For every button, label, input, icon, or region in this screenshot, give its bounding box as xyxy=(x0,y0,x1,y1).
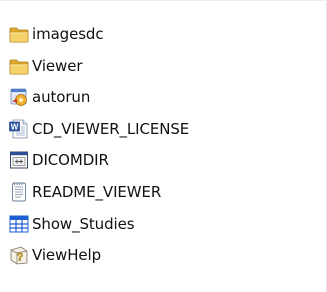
autorun-setup-icon xyxy=(10,88,27,107)
file-name: README_VIEWER xyxy=(32,182,162,201)
grid-table-icon xyxy=(9,215,29,233)
svg-text:W: W xyxy=(11,122,19,131)
file-item-autorun[interactable]: autorun xyxy=(8,82,189,112)
file-item-cd-viewer-license[interactable]: W CD_VIEWER_LICENSE xyxy=(8,114,189,144)
file-list: imagesdc Viewer autorun W CD_VIEWER_LICE… xyxy=(8,19,189,272)
file-item-imagesdc[interactable]: imagesdc xyxy=(8,19,189,49)
file-name: ViewHelp xyxy=(32,246,101,265)
file-name: CD_VIEWER_LICENSE xyxy=(32,119,190,138)
file-list-pane: imagesdc Viewer autorun W CD_VIEWER_LICE… xyxy=(0,0,327,292)
file-name: Show_Studies xyxy=(32,214,135,233)
text-document-icon xyxy=(12,182,26,202)
svg-text:?: ? xyxy=(17,252,24,264)
word-document-icon: W xyxy=(9,119,28,139)
file-item-viewer[interactable]: Viewer xyxy=(8,51,189,81)
file-item-dicomdir[interactable]: DICOMDIR xyxy=(8,145,189,175)
file-name: Viewer xyxy=(32,56,83,75)
file-item-readme-viewer[interactable]: README_VIEWER xyxy=(8,177,189,207)
dicomdir-window-icon xyxy=(10,151,28,169)
file-item-viewhelp[interactable]: ? ViewHelp xyxy=(8,240,189,270)
file-item-show-studies[interactable]: Show_Studies xyxy=(8,209,189,239)
file-name: imagesdc xyxy=(32,25,104,43)
folder-icon xyxy=(9,27,29,43)
file-name: autorun xyxy=(32,88,91,107)
file-name: DICOMDIR xyxy=(32,151,109,170)
folder-icon xyxy=(9,59,29,74)
help-file-icon: ? xyxy=(10,246,28,265)
